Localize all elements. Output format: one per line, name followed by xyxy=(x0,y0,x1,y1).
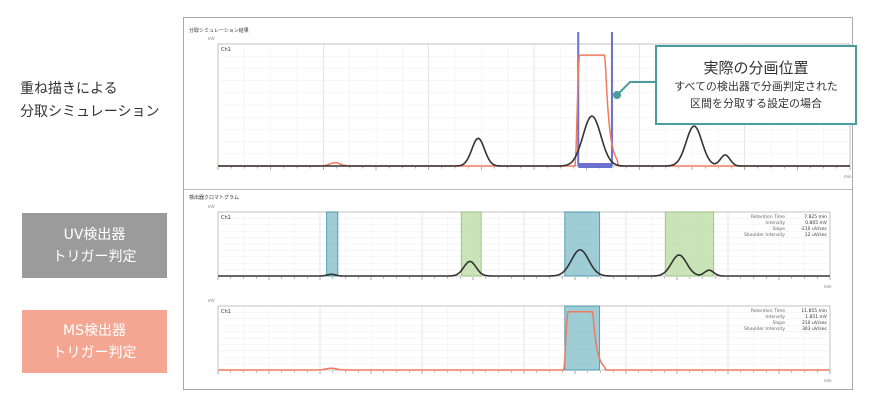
fraction-bar xyxy=(578,163,612,168)
info-key: Shoulder Intensity xyxy=(744,326,785,332)
channel-label: Ch1 xyxy=(221,309,231,315)
x-unit: min xyxy=(824,284,832,289)
info-key: Retention Time xyxy=(751,214,785,220)
callout-line1: すべての検出器で分画判定された xyxy=(674,80,838,93)
info-value: 0.805 mV xyxy=(805,220,828,226)
channel-label: Ch1 xyxy=(221,47,231,53)
callout-box: 実際の分画位置 すべての検出器で分画判定された 区間を分取する設定の場合 xyxy=(655,45,857,125)
fraction-region xyxy=(326,211,339,277)
callout-title: 実際の分画位置 xyxy=(703,59,809,77)
channel-label: Ch1 xyxy=(221,215,231,221)
info-value: 210 uV/sec xyxy=(802,320,828,326)
info-value: 7.825 min xyxy=(804,214,827,220)
info-value: -210 uV/sec xyxy=(800,226,827,232)
info-key: Intensity xyxy=(765,220,785,226)
callout-dot xyxy=(613,91,621,99)
ms-chart: Ch1 mV min Retention Time 11.855 min Intensit… xyxy=(208,298,832,383)
info-key: Slope xyxy=(773,320,786,326)
fraction-region xyxy=(564,305,600,371)
x-unit: min xyxy=(824,378,832,383)
info-value: 1.851 mV xyxy=(805,314,828,320)
y-unit: mV xyxy=(208,298,215,303)
callout-line2: 区間を分取する設定の場合 xyxy=(690,97,822,110)
info-key: Slope xyxy=(773,226,786,232)
y-unit: mV xyxy=(208,204,215,209)
info-key: Shoulder Intensity xyxy=(744,232,785,238)
info-key: Retention Time xyxy=(751,308,785,314)
info-value: 303 uV/sec xyxy=(802,326,828,332)
y-unit: mV xyxy=(208,36,215,41)
info-value: 12 uV/sec xyxy=(805,232,828,238)
uv-chart: Ch1 mV min Retention Time 7.825 min Intensity… xyxy=(208,204,832,289)
fraction-region xyxy=(564,211,600,277)
info-value: 11.855 min xyxy=(801,308,827,314)
info-key: Intensity xyxy=(765,314,785,320)
x-unit: min xyxy=(844,174,852,179)
